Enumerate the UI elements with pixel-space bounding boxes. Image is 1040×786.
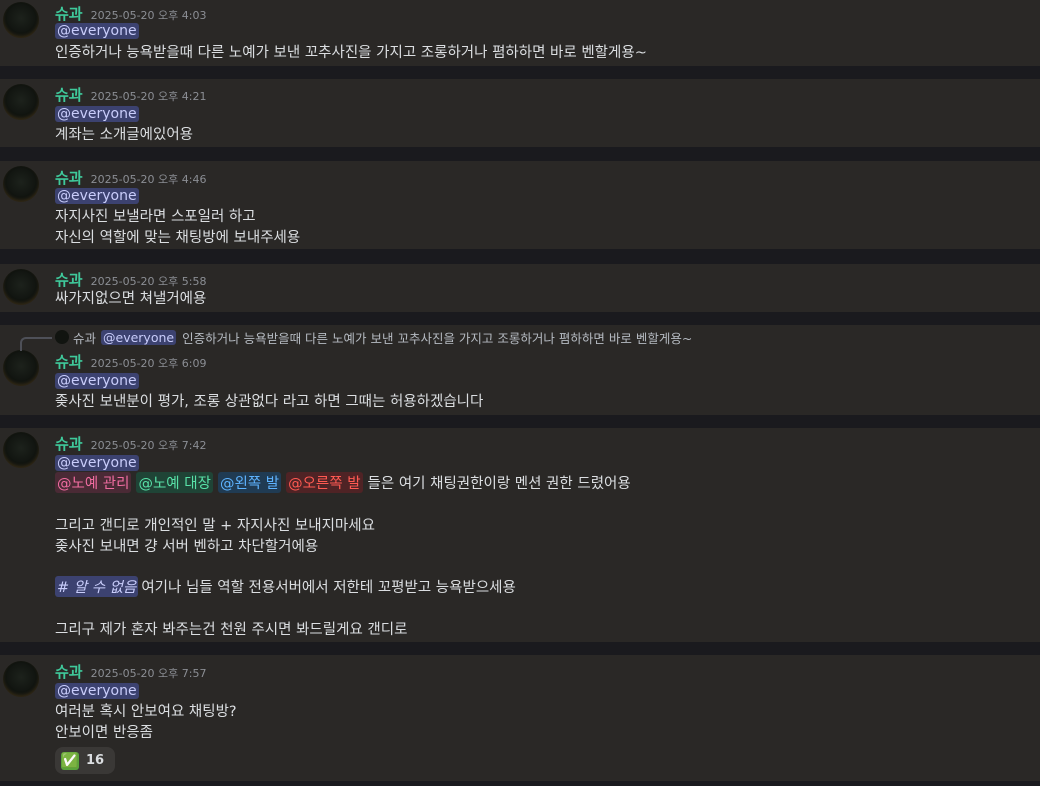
everyone-mention[interactable]: @everyone xyxy=(101,329,177,345)
avatar[interactable] xyxy=(3,269,39,305)
timestamp: 2025-05-20 오후 6:09 xyxy=(90,357,207,370)
message-text: 자지사진 보낼라면 스포일러 하고 xyxy=(55,209,256,225)
message-text: 여러분 혹시 안보여요 채팅방? xyxy=(55,704,237,720)
timestamp: 2025-05-20 오후 7:57 xyxy=(90,667,207,680)
reaction-button[interactable]: ✅ 16 xyxy=(55,747,115,774)
role-mention-noye-daejang[interactable]: @노예 대장 xyxy=(136,472,213,493)
message-text: 계좌는 소개글에있어용 xyxy=(55,127,194,143)
message-text: 싸가지없으면 쳐낼거에용 xyxy=(55,291,207,307)
reply-preview[interactable]: 슈과 @everyone 인증하거나 능욕받을때 다른 노예가 보낸 꼬추사진을… xyxy=(55,328,692,346)
message-text: 좆사진 보내면 걍 서버 벤하고 차단할거에용 xyxy=(55,539,319,555)
everyone-mention[interactable]: @everyone xyxy=(55,372,139,389)
author-name[interactable]: 슈과 xyxy=(55,84,83,105)
avatar[interactable] xyxy=(3,661,39,697)
role-mention-noye-gwanri[interactable]: @노예 관리 xyxy=(55,472,132,493)
message-text: 안보이면 반응좀 xyxy=(55,725,153,741)
author-name[interactable]: 슈과 xyxy=(55,433,83,454)
avatar[interactable] xyxy=(3,84,39,120)
timestamp: 2025-05-20 오후 7:42 xyxy=(90,439,207,452)
message-text: 여기나 님들 역할 전용서버에서 저한테 꼬평받고 능욕받으세용 xyxy=(141,580,516,596)
everyone-mention[interactable]: @everyone xyxy=(55,454,139,471)
author-name[interactable]: 슈과 xyxy=(55,351,83,372)
message: 슈과 2025-05-20 오후 4:03 @everyone 인증하거나 능욕… xyxy=(0,0,1040,66)
avatar[interactable] xyxy=(3,2,39,38)
message: 슈과 2025-05-20 오후 7:42 @everyone @노예 관리 @… xyxy=(0,428,1040,642)
message: 슈과 2025-05-20 오후 5:58 싸가지없으면 쳐낼거에용 xyxy=(0,264,1040,312)
message-text: 자신의 역할에 맞는 채팅방에 보내주세용 xyxy=(55,230,301,246)
message-text: 좆사진 보낸분이 평가, 조롱 상관없다 라고 하면 그때는 허용하겠습니다 xyxy=(55,394,484,410)
message-text: 들은 여기 채팅권한이랑 멘션 권한 드렸어용 xyxy=(367,476,631,492)
role-mention-right-foot[interactable]: @오른쪽 발 xyxy=(286,472,363,493)
avatar[interactable] xyxy=(3,350,39,386)
reply-text: 인증하거나 능욕받을때 다른 노예가 보낸 꼬추사진을 가지고 조롱하거나 폄하… xyxy=(182,330,693,346)
message: 슈과 2025-05-20 오후 4:21 @everyone 계좌는 소개글에… xyxy=(0,79,1040,147)
message-text: 그리구 제가 혼자 봐주는건 천원 주시면 봐드릴게요 갠디로 xyxy=(55,622,408,638)
channel-mention[interactable]: # 알 수 없음 xyxy=(55,576,139,597)
role-mention-left-foot[interactable]: @왼쪽 발 xyxy=(217,472,282,493)
message: 슈과 2025-05-20 오후 4:46 @everyone 자지사진 보낼라… xyxy=(0,161,1040,249)
reply-author[interactable]: 슈과 xyxy=(73,328,96,347)
avatar[interactable] xyxy=(3,166,39,202)
message-text: 인증하거나 능욕받을때 다른 노예가 보낸 꼬추사진을 가지고 조롱하거나 폄하… xyxy=(55,45,647,61)
avatar[interactable] xyxy=(3,432,39,468)
everyone-mention[interactable]: @everyone xyxy=(55,22,139,39)
reaction-count: 16 xyxy=(86,753,105,768)
timestamp: 2025-05-20 오후 4:21 xyxy=(90,90,207,103)
message: 슈과 2025-05-20 오후 7:57 @everyone 여러분 혹시 안… xyxy=(0,655,1040,781)
reply-connector xyxy=(20,337,52,351)
everyone-mention[interactable]: @everyone xyxy=(55,187,139,204)
check-mark-icon: ✅ xyxy=(61,751,79,770)
reply-avatar xyxy=(55,330,69,344)
everyone-mention[interactable]: @everyone xyxy=(55,682,139,699)
everyone-mention[interactable]: @everyone xyxy=(55,105,139,122)
message-text: 그리고 갠디로 개인적인 말 + 자지사진 보내지마세요 xyxy=(55,518,375,534)
author-name[interactable]: 슈과 xyxy=(55,661,83,682)
